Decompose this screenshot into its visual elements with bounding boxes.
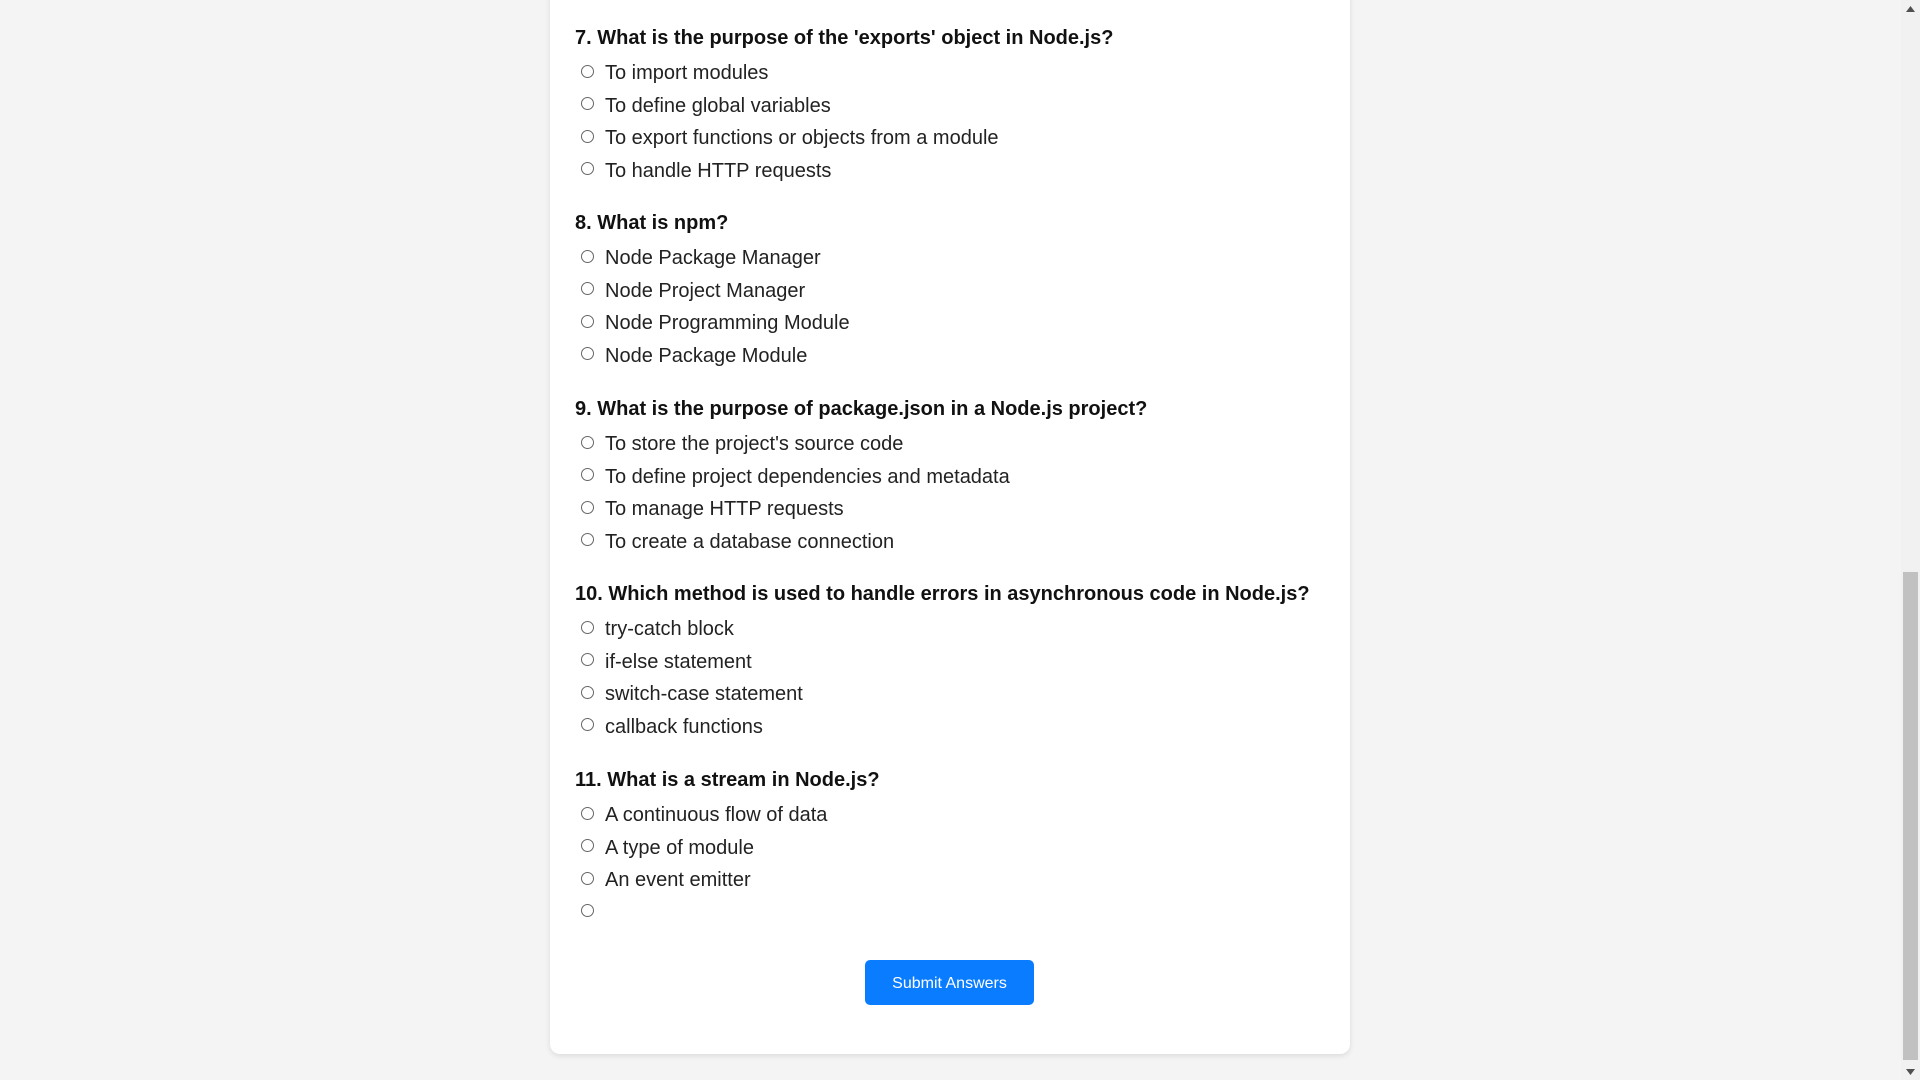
option-label: A continuous flow of data [605,804,828,826]
page-viewport: 7. What is the purpose of the 'exports' … [0,0,1920,1080]
option-label: An event emitter [605,869,751,891]
radio-icon[interactable] [581,435,594,449]
radio-icon[interactable] [581,653,594,667]
option-8-c[interactable]: Node Programming Module [575,307,1345,340]
radio-icon[interactable] [581,500,594,514]
radio-icon[interactable] [581,533,594,547]
option-label: To define global variables [605,94,831,117]
radio-icon[interactable] [581,282,594,296]
option-label: To store the project's source code [605,433,904,455]
radio-icon[interactable] [581,871,594,885]
option-7-a[interactable]: To import modules [575,57,1345,90]
option-label: Node Project Manager [605,279,806,302]
question-8: 8. What is npm? Node Package Manager Nod… [575,209,1345,372]
question-11: 11. What is a stream in Node.js? A conti… [575,766,1345,929]
vertical-scrollbar[interactable] [1901,0,1920,1080]
question-title: 11. What is a stream in Node.js? [575,769,880,791]
radio-icon[interactable] [581,347,594,361]
radio-icon[interactable] [581,904,594,918]
radio-icon[interactable] [581,249,594,263]
option-10-d[interactable]: callback functions [575,711,1345,744]
option-11-d[interactable] [575,897,1345,930]
scroll-up-icon[interactable] [1901,0,1920,17]
radio-icon[interactable] [581,314,594,328]
option-label: Node Package Module [605,344,808,367]
option-label: To handle HTTP requests [605,159,832,182]
scroll-thumb[interactable] [1903,572,1918,1060]
question-10: 10. Which method is used to handle error… [575,580,1345,743]
option-label: A type of module [605,836,754,859]
question-9: 9. What is the purpose of package.json i… [575,395,1345,558]
option-label: Node Package Manager [605,247,821,269]
question-7: 7. What is the purpose of the 'exports' … [575,24,1345,187]
radio-icon[interactable] [581,718,594,732]
option-label: if-else statement [605,650,752,673]
option-label: try-catch block [605,618,734,640]
option-8-a[interactable]: Node Package Manager [575,242,1345,275]
question-title: 10. Which method is used to handle error… [575,583,1310,605]
option-11-b[interactable]: A type of module [575,832,1345,865]
option-9-a[interactable]: To store the project's source code [575,428,1345,461]
radio-icon[interactable] [581,685,594,699]
option-10-b[interactable]: if-else statement [575,646,1345,679]
option-7-c[interactable]: To export functions or objects from a mo… [575,122,1345,155]
option-9-c[interactable]: To manage HTTP requests [575,493,1345,526]
radio-icon[interactable] [581,839,594,853]
option-label: To export functions or objects from a mo… [605,127,999,149]
radio-icon[interactable] [581,468,594,482]
option-label: callback functions [605,715,763,738]
option-label: Node Programming Module [605,312,850,334]
question-title: 7. What is the purpose of the 'exports' … [575,27,1114,49]
radio-icon[interactable] [581,806,594,820]
option-11-a[interactable]: A continuous flow of data [575,799,1345,832]
option-8-d[interactable]: Node Package Module [575,340,1345,373]
option-9-d[interactable]: To create a database connection [575,526,1345,559]
option-7-d[interactable]: To handle HTTP requests [575,155,1345,188]
radio-icon[interactable] [581,97,594,111]
option-label: To create a database connection [605,530,895,553]
submit-answers-button[interactable]: Submit Answers [865,960,1034,1005]
radio-icon[interactable] [581,129,594,143]
option-10-c[interactable]: switch-case statement [575,678,1345,711]
radio-icon[interactable] [581,620,594,634]
option-label: To manage HTTP requests [605,498,844,520]
radio-icon[interactable] [581,64,594,78]
radio-icon[interactable] [581,162,594,176]
option-7-b[interactable]: To define global variables [575,90,1345,123]
option-8-b[interactable]: Node Project Manager [575,275,1345,308]
option-11-c[interactable]: An event emitter [575,864,1345,897]
option-label: To define project dependencies and metad… [605,465,1010,488]
scroll-down-icon[interactable] [1901,1063,1920,1080]
option-9-b[interactable]: To define project dependencies and metad… [575,461,1345,494]
question-title: 9. What is the purpose of package.json i… [575,398,1148,420]
option-10-a[interactable]: try-catch block [575,613,1345,646]
question-title: 8. What is npm? [575,212,729,234]
option-label: switch-case statement [605,683,803,705]
option-label: To import modules [605,62,769,84]
